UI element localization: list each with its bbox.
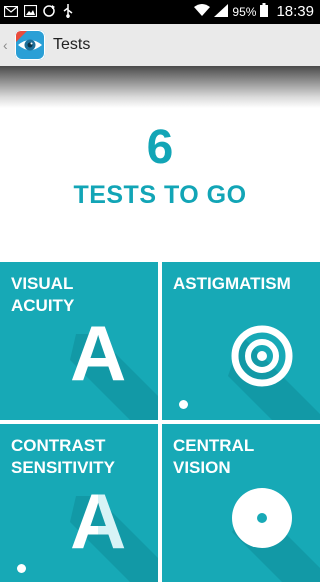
target-icon bbox=[231, 325, 293, 387]
status-dot bbox=[179, 400, 188, 409]
faded-letter-a-icon: A bbox=[70, 477, 127, 565]
status-bar: 95% 18:39 bbox=[0, 0, 320, 24]
clock: 18:39 bbox=[276, 3, 314, 20]
tile-label: ASTIGMATISM bbox=[173, 274, 291, 293]
battery-percent: 95% bbox=[232, 4, 257, 19]
image-icon bbox=[23, 4, 37, 18]
tests-remaining-count: 6 bbox=[146, 121, 174, 174]
notification-icons bbox=[4, 4, 75, 18]
eye-app-icon[interactable] bbox=[15, 30, 45, 60]
status-right: 95% 18:39 bbox=[194, 3, 314, 20]
tile-astigmatism[interactable]: ASTIGMATISM bbox=[162, 262, 320, 420]
wifi-icon bbox=[194, 4, 211, 19]
tile-label: CONTRAST SENSITIVITY bbox=[11, 436, 115, 477]
header-shadow bbox=[0, 66, 320, 108]
central-dot-icon bbox=[232, 488, 292, 548]
signal-icon bbox=[214, 3, 229, 20]
tile-visual-acuity[interactable]: VISUAL ACUITY A bbox=[0, 262, 158, 420]
letter-a-icon: A bbox=[70, 309, 127, 397]
usb-icon bbox=[61, 4, 75, 18]
tile-label: CENTRAL VISION bbox=[173, 436, 255, 477]
action-bar: ‹ Tests bbox=[0, 24, 320, 67]
tile-contrast-sensitivity[interactable]: CONTRAST SENSITIVITY A bbox=[0, 424, 158, 582]
tests-grid: VISUAL ACUITY A ASTIGMATISM CONTRAST SEN… bbox=[0, 262, 320, 582]
tests-remaining-label: TESTS TO GO bbox=[73, 181, 247, 209]
tile-central-vision[interactable]: CENTRAL VISION bbox=[162, 424, 320, 582]
back-chevron-icon[interactable]: ‹ bbox=[3, 37, 13, 53]
mail-icon bbox=[4, 4, 18, 18]
page-title: Tests bbox=[53, 36, 91, 53]
battery-icon bbox=[260, 3, 269, 20]
sync-icon bbox=[42, 4, 56, 18]
